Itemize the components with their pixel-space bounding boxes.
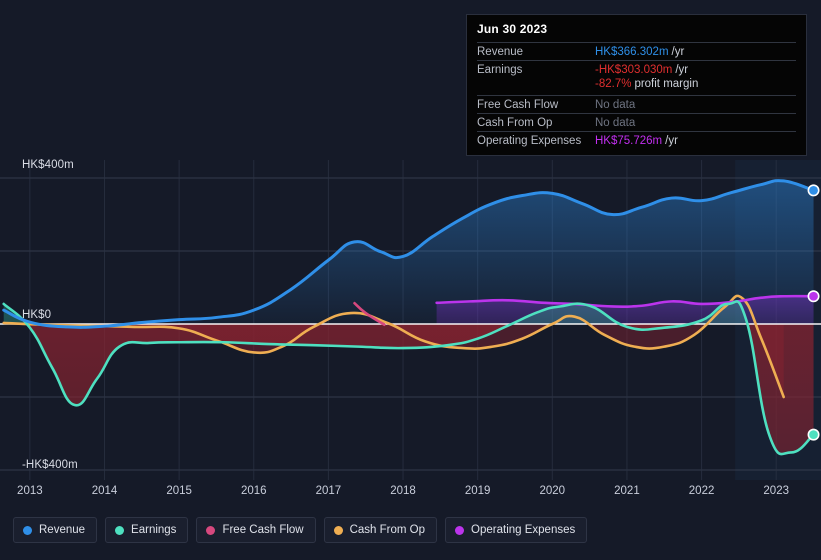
legend-item-label: Earnings [131, 524, 177, 536]
endpoint-marker-revenue [807, 184, 820, 197]
legend-color-dot-icon [23, 525, 32, 535]
x-axis-tick-label: 2014 [91, 485, 118, 497]
tooltip-row-label: Cash From Op [477, 117, 553, 129]
x-axis: 2013 2014 2015 2016 2017 2018 2019 2020 2021 2022… [0, 481, 821, 505]
chart-tooltip: Jun 30 2023 Revenue HK$366.302m/yr Earning… [466, 14, 807, 156]
y-axis-label-zero: HK$0 [22, 309, 52, 321]
legend-color-dot-icon [206, 525, 216, 535]
tooltip-row-amount: No data [595, 99, 636, 111]
y-axis-label-bottom: -HK$400m [22, 459, 78, 471]
endpoint-marker-operating-expenses [807, 290, 820, 303]
tooltip-row-value: -82.7% profit margin [595, 78, 698, 90]
x-axis-tick-label: 2023 [763, 485, 789, 497]
tooltip-date: Jun 30 2023 [477, 22, 548, 36]
tooltip-row-label: Earnings [477, 64, 523, 76]
tooltip-row-suffix: /yr [671, 46, 685, 58]
tooltip-row-suffix: profit margin [634, 78, 699, 90]
legend-item-revenue[interactable]: Revenue [13, 517, 98, 543]
x-axis-tick-label: 2019 [464, 485, 491, 497]
tooltip-row: Earnings -HK$303.030m/yr [477, 60, 796, 78]
legend-item-free-cash-flow[interactable]: Free Cash Flow [196, 517, 316, 543]
legend-color-dot-icon [115, 525, 125, 535]
tooltip-row-value: HK$75.726m/yr [595, 135, 678, 147]
x-axis-tick-label: 2013 [17, 485, 43, 497]
endpoint-marker-earnings [807, 428, 820, 441]
tooltip-row-amount: -82.7% [595, 78, 632, 90]
tooltip-row-amount: No data [595, 117, 636, 129]
legend-item-operating-expenses[interactable]: Operating Expenses [445, 517, 588, 543]
x-axis-tick-label: 2022 [688, 485, 715, 497]
financial-chart-svg [0, 160, 821, 480]
tooltip-row: Operating Expenses HK$75.726m/yr [477, 131, 796, 149]
tooltip-row-value: -HK$303.030m/yr [595, 64, 688, 76]
tooltip-row-value: No data [595, 117, 635, 129]
tooltip-row-label: Operating Expenses [477, 135, 582, 147]
tooltip-row-value: HK$366.302m/yr [595, 46, 684, 58]
x-axis-tick-label: 2018 [390, 485, 416, 497]
tooltip-row: Revenue HK$366.302m/yr [477, 42, 796, 60]
legend-item-cash-from-op[interactable]: Cash From Op [323, 517, 438, 543]
y-axis-label-top: HK$400m [22, 159, 74, 171]
chart-legend: Revenue Earnings Free Cash Flow Cash From O… [13, 517, 588, 543]
tooltip-row-suffix: /yr [675, 64, 689, 76]
legend-item-earnings[interactable]: Earnings [105, 517, 189, 543]
tooltip-row-label: Revenue [477, 46, 524, 58]
legend-item-label: Revenue [39, 524, 86, 536]
chart-plot-area [0, 160, 821, 480]
x-axis-tick-label: 2015 [166, 485, 192, 497]
legend-color-dot-icon [333, 525, 343, 535]
x-axis-tick-label: 2017 [315, 485, 342, 497]
tooltip-row: -82.7% profit margin [477, 78, 796, 95]
legend-item-label: Free Cash Flow [222, 524, 304, 536]
tooltip-row-amount: -HK$303.030m [595, 64, 673, 76]
tooltip-row: Free Cash Flow No data [477, 95, 796, 113]
tooltip-row-amount: HK$75.726m [595, 135, 663, 147]
x-axis-tick-label: 2021 [614, 485, 640, 497]
legend-item-label: Operating Expenses [471, 524, 576, 536]
legend-color-dot-icon [455, 525, 465, 535]
tooltip-row-amount: HK$366.302m [595, 46, 669, 58]
tooltip-row-suffix: /yr [665, 135, 678, 147]
tooltip-row-label: Free Cash Flow [477, 99, 559, 111]
x-axis-tick-label: 2020 [539, 485, 566, 497]
tooltip-row: Cash From Op No data [477, 113, 796, 131]
tooltip-row-value: No data [595, 99, 635, 111]
legend-item-label: Cash From Op [349, 524, 426, 536]
x-axis-tick-label: 2016 [240, 485, 267, 497]
chart-page: HK$400m HK$0 -HK$400m 2013 2014 2015 2016 20… [0, 0, 821, 560]
